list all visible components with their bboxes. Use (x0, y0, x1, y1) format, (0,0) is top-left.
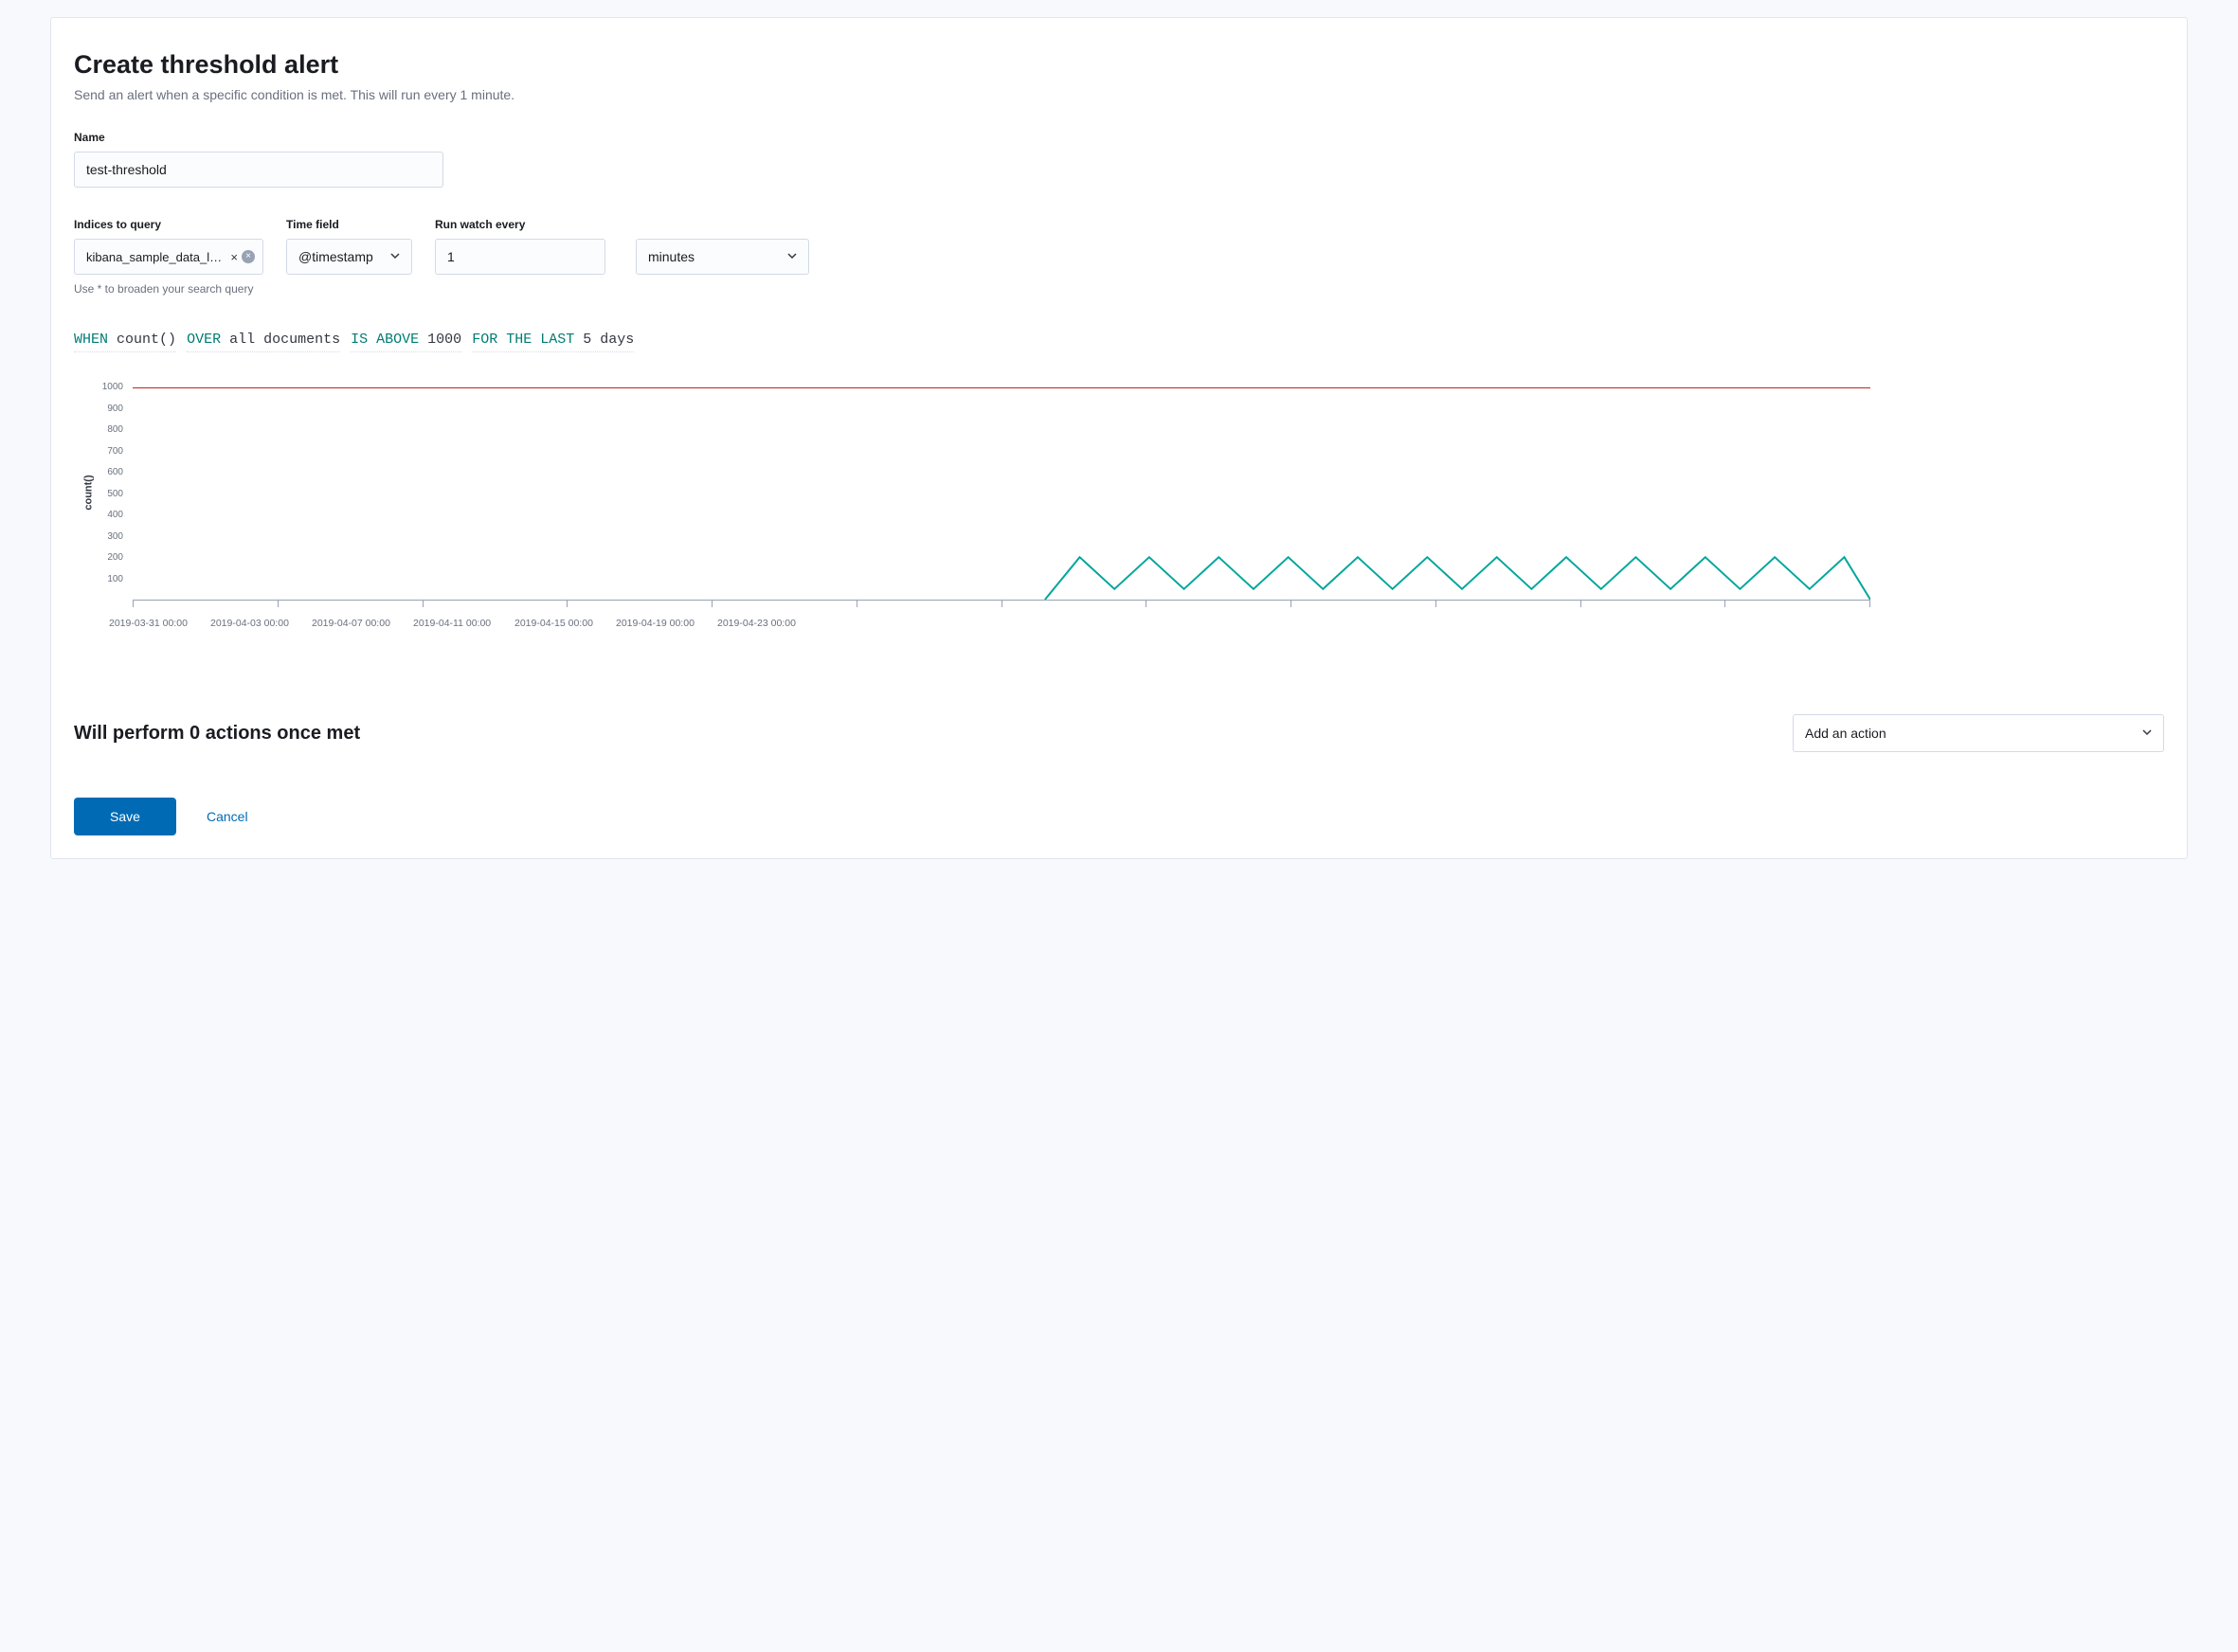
timefield-label: Time field (286, 218, 412, 231)
threshold-expression: WHEN count() OVER all documents IS ABOVE… (74, 332, 2164, 352)
save-button[interactable]: Save (74, 798, 176, 835)
cancel-button[interactable]: Cancel (207, 809, 248, 824)
expression-when[interactable]: WHEN count() (74, 332, 176, 352)
expression-condition[interactable]: IS ABOVE 1000 (351, 332, 461, 352)
plot-area (133, 387, 1870, 601)
threshold-preview-chart: count() 1000900800700600500400300200100 … (74, 383, 2164, 657)
x-axis-labels: 2019-03-31 00:002019-04-03 00:002019-04-… (109, 618, 819, 629)
clear-all-icon[interactable]: × (242, 250, 255, 263)
y-axis-label: count() (83, 475, 95, 510)
page-title: Create threshold alert (74, 50, 2164, 80)
page-subtitle: Send an alert when a specific condition … (74, 87, 2164, 102)
threshold-line (133, 387, 1870, 388)
add-action-select[interactable] (1793, 714, 2164, 752)
indices-combobox[interactable]: kibana_sample_data_logs × × (74, 239, 263, 275)
indices-tag-label: kibana_sample_data_logs (86, 250, 225, 264)
x-axis-tick-marks (133, 601, 1870, 607)
timefield-select[interactable] (286, 239, 412, 275)
remove-tag-icon[interactable]: × (230, 250, 238, 264)
run-every-label: Run watch every (435, 218, 809, 231)
indices-label: Indices to query (74, 218, 263, 231)
expression-for-last[interactable]: FOR THE LAST 5 days (472, 332, 634, 352)
run-every-unit-select[interactable] (636, 239, 809, 275)
expression-over[interactable]: OVER all documents (187, 332, 340, 352)
y-axis-ticks: 1000900800700600500400300200100 (95, 383, 123, 596)
indices-help-text: Use * to broaden your search query (74, 282, 263, 296)
name-input[interactable] (74, 152, 443, 188)
run-every-input[interactable] (435, 239, 605, 275)
chart-series (133, 387, 1870, 600)
name-label: Name (74, 131, 2164, 144)
create-threshold-alert-panel: Create threshold alert Send an alert whe… (50, 17, 2188, 859)
actions-title: Will perform 0 actions once met (74, 723, 360, 745)
